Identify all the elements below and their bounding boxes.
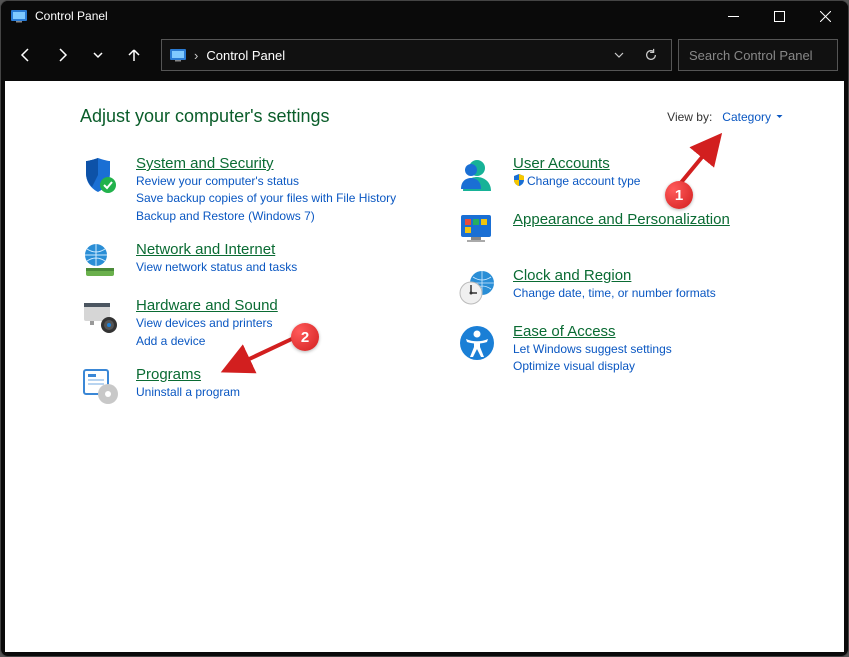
address-bar[interactable]: › Control Panel xyxy=(161,39,672,71)
link-devices-printers[interactable]: View devices and printers xyxy=(136,315,427,332)
minimize-button[interactable] xyxy=(710,1,756,31)
network-internet-icon xyxy=(80,241,120,281)
category-system-security[interactable]: System and Security xyxy=(136,155,274,172)
refresh-button[interactable] xyxy=(639,43,663,67)
link-file-history[interactable]: Save backup copies of your files with Fi… xyxy=(136,190,427,207)
link-review-status[interactable]: Review your computer's status xyxy=(136,173,427,190)
close-button[interactable] xyxy=(802,1,848,31)
breadcrumb-separator: › xyxy=(194,48,198,63)
recent-dropdown-button[interactable] xyxy=(83,40,113,70)
category-network-internet[interactable]: Network and Internet xyxy=(136,241,275,258)
maximize-button[interactable] xyxy=(756,1,802,31)
uac-shield-icon xyxy=(513,174,525,186)
address-history-dropdown[interactable] xyxy=(607,43,631,67)
viewby-label: View by: xyxy=(667,110,712,124)
breadcrumb[interactable]: Control Panel xyxy=(206,48,285,63)
chevron-down-icon xyxy=(775,112,784,121)
category-ease-of-access[interactable]: Ease of Access xyxy=(513,323,616,340)
user-accounts-icon xyxy=(457,155,497,195)
search-input[interactable] xyxy=(687,47,849,64)
up-button[interactable] xyxy=(119,40,149,70)
forward-button[interactable] xyxy=(47,40,77,70)
link-network-status[interactable]: View network status and tasks xyxy=(136,259,427,276)
link-optimize-display[interactable]: Optimize visual display xyxy=(513,358,804,375)
clock-region-icon xyxy=(457,267,497,307)
system-security-icon xyxy=(80,155,120,195)
category-appearance-personalization[interactable]: Appearance and Personalization xyxy=(513,211,730,228)
category-hardware-sound[interactable]: Hardware and Sound xyxy=(136,297,278,314)
page-title: Adjust your computer's settings xyxy=(80,106,667,127)
link-backup-restore[interactable]: Backup and Restore (Windows 7) xyxy=(136,208,427,225)
link-uninstall-program[interactable]: Uninstall a program xyxy=(136,384,427,401)
programs-icon xyxy=(80,366,120,406)
link-date-time-formats[interactable]: Change date, time, or number formats xyxy=(513,285,804,302)
category-programs[interactable]: Programs xyxy=(136,366,201,383)
control-panel-icon xyxy=(11,8,27,24)
hardware-sound-icon xyxy=(80,297,120,337)
link-add-device[interactable]: Add a device xyxy=(136,333,427,350)
back-button[interactable] xyxy=(11,40,41,70)
viewby-select[interactable]: Category xyxy=(722,110,784,124)
control-panel-icon xyxy=(170,47,186,63)
ease-of-access-icon xyxy=(457,323,497,363)
category-clock-region[interactable]: Clock and Region xyxy=(513,267,631,284)
viewby-value: Category xyxy=(722,110,771,124)
link-change-account-type[interactable]: Change account type xyxy=(513,173,804,190)
link-suggest-settings[interactable]: Let Windows suggest settings xyxy=(513,341,804,358)
category-user-accounts[interactable]: User Accounts xyxy=(513,155,610,172)
appearance-personalization-icon xyxy=(457,211,497,251)
window-title: Control Panel xyxy=(35,9,710,23)
search-box[interactable] xyxy=(678,39,838,71)
